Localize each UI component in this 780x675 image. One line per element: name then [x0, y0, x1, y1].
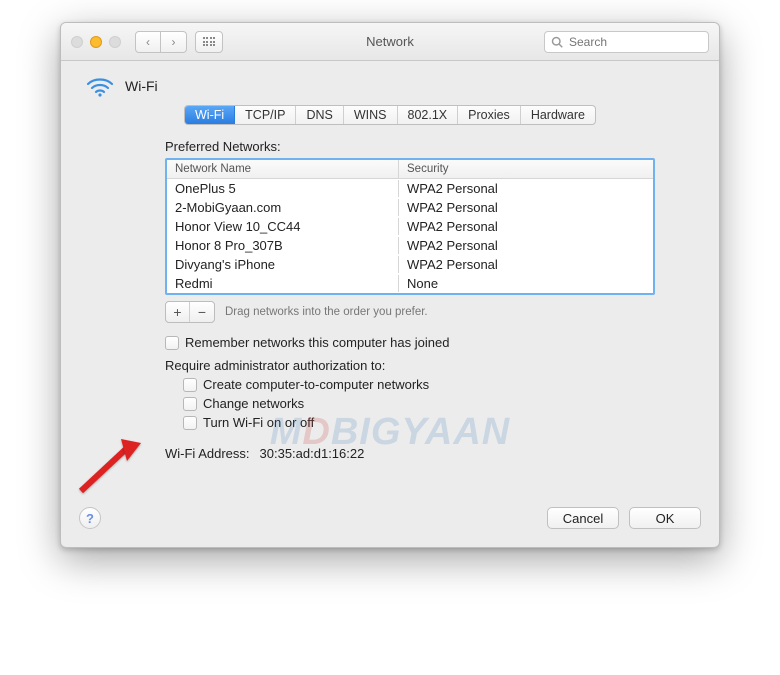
pane-header: Wi-Fi	[85, 75, 695, 97]
column-header-security[interactable]: Security	[399, 160, 653, 178]
help-button[interactable]: ?	[79, 507, 101, 529]
auth-option-row: Change networks	[183, 396, 695, 411]
window-title: Network	[61, 34, 719, 49]
cell-network-name: Honor 8 Pro_307B	[167, 237, 399, 254]
tab-tcp-ip[interactable]: TCP/IP	[235, 106, 296, 124]
table-row[interactable]: 2-MobiGyaan.comWPA2 Personal	[167, 198, 653, 217]
tab-proxies[interactable]: Proxies	[458, 106, 521, 124]
preferred-networks-label: Preferred Networks:	[165, 139, 695, 154]
cell-security: None	[399, 275, 653, 292]
cell-security: WPA2 Personal	[399, 218, 653, 235]
table-header: Network Name Security	[167, 160, 653, 179]
drag-hint-label: Drag networks into the order you prefer.	[225, 306, 428, 318]
cancel-button[interactable]: Cancel	[547, 507, 619, 529]
cell-network-name: Redmi	[167, 275, 399, 292]
cell-security: WPA2 Personal	[399, 180, 653, 197]
remember-networks-checkbox[interactable]	[165, 336, 179, 350]
cell-security: WPA2 Personal	[399, 256, 653, 273]
add-remove-bar: + − Drag networks into the order you pre…	[165, 301, 695, 323]
column-header-name[interactable]: Network Name	[167, 160, 399, 178]
wifi-address-value: 30:35:ad:d1:16:22	[260, 446, 365, 461]
auth-option-checkbox[interactable]	[183, 416, 197, 430]
content-area: Wi-Fi Wi-FiTCP/IPDNSWINS802.1XProxiesHar…	[61, 61, 719, 479]
require-auth-label: Require administrator authorization to:	[165, 358, 695, 373]
wifi-address-label: Wi-Fi Address:	[165, 446, 250, 461]
tab-dns[interactable]: DNS	[296, 106, 343, 124]
cell-network-name: OnePlus 5	[167, 180, 399, 197]
auth-option-label: Turn Wi-Fi on or off	[203, 415, 314, 430]
remember-networks-label: Remember networks this computer has join…	[185, 335, 449, 350]
cell-security: WPA2 Personal	[399, 199, 653, 216]
add-network-button[interactable]: +	[166, 302, 190, 322]
preferred-networks-table[interactable]: Network Name Security OnePlus 5WPA2 Pers…	[165, 158, 655, 295]
tab-wins[interactable]: WINS	[344, 106, 398, 124]
help-icon: ?	[86, 511, 94, 526]
tab-wi-fi[interactable]: Wi-Fi	[185, 106, 235, 124]
tab-hardware[interactable]: Hardware	[521, 106, 595, 124]
table-row[interactable]: OnePlus 5WPA2 Personal	[167, 179, 653, 198]
auth-option-label: Create computer-to-computer networks	[203, 377, 429, 392]
auth-option-row: Create computer-to-computer networks	[183, 377, 695, 392]
titlebar: ‹ › Network	[61, 23, 719, 61]
cell-security: WPA2 Personal	[399, 237, 653, 254]
auth-option-checkbox[interactable]	[183, 397, 197, 411]
plus-icon: +	[173, 304, 181, 320]
cell-network-name: Honor View 10_CC44	[167, 218, 399, 235]
tab-802-1x[interactable]: 802.1X	[398, 106, 459, 124]
tab-bar: Wi-FiTCP/IPDNSWINS802.1XProxiesHardware	[85, 105, 695, 125]
network-preferences-window: ‹ › Network Wi-Fi	[60, 22, 720, 548]
auth-option-label: Change networks	[203, 396, 304, 411]
cell-network-name: 2-MobiGyaan.com	[167, 199, 399, 216]
wifi-address-row: Wi-Fi Address: 30:35:ad:d1:16:22	[165, 446, 695, 461]
table-row[interactable]: Divyang's iPhoneWPA2 Personal	[167, 255, 653, 274]
auth-option-row: Turn Wi-Fi on or off	[183, 415, 695, 430]
table-row[interactable]: RedmiNone	[167, 274, 653, 293]
table-row[interactable]: Honor View 10_CC44WPA2 Personal	[167, 217, 653, 236]
pane-title: Wi-Fi	[125, 78, 158, 94]
cell-network-name: Divyang's iPhone	[167, 256, 399, 273]
footer: ? Cancel OK	[61, 479, 719, 547]
auth-option-checkbox[interactable]	[183, 378, 197, 392]
ok-button[interactable]: OK	[629, 507, 701, 529]
wifi-icon	[85, 75, 115, 97]
table-row[interactable]: Honor 8 Pro_307BWPA2 Personal	[167, 236, 653, 255]
remove-network-button[interactable]: −	[190, 302, 214, 322]
remember-networks-row: Remember networks this computer has join…	[165, 335, 695, 350]
minus-icon: −	[198, 304, 206, 320]
